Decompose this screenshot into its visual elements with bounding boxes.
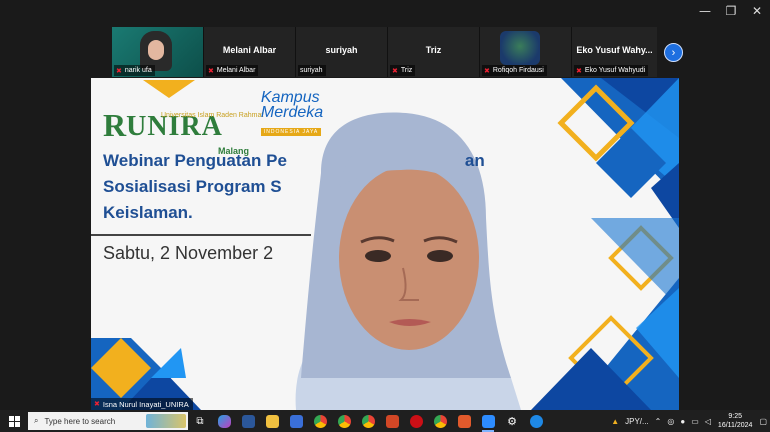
unira-logo: R UNIRA Universitas Islam Raden Rahmat M… xyxy=(103,107,264,156)
network-icon[interactable]: ◎ xyxy=(667,417,674,426)
windows-icon xyxy=(8,415,20,427)
slide-divider xyxy=(91,234,311,236)
participant-label: ✖ narik ufa xyxy=(114,65,155,76)
participant-name: Melani Albar xyxy=(222,45,277,55)
mic-muted-icon: ✖ xyxy=(392,67,398,75)
taskbar: ⌕ Type here to search ⧉ ⚙ ▲ JPY/... ⌃ ◎ … xyxy=(0,410,770,432)
participant-tile[interactable]: ✖ Rofiqoh Firdausi xyxy=(480,27,572,77)
kampus-merdeka-logo: Kampus Merdeka INDONESIA JAYA xyxy=(260,89,324,136)
app-icon[interactable] xyxy=(284,410,308,432)
pdf-icon[interactable] xyxy=(452,410,476,432)
microphone-icon[interactable]: ● xyxy=(680,417,685,426)
chevron-right-icon: › xyxy=(671,46,676,59)
chrome-icon[interactable] xyxy=(356,410,380,432)
mic-muted-icon: ✖ xyxy=(94,401,100,408)
participant-label: ✖ Rofiqoh Firdausi xyxy=(482,65,547,76)
participant-tile[interactable]: ✖ narik ufa xyxy=(112,27,204,77)
participant-tile[interactable]: Triz ✖ Triz xyxy=(388,27,480,77)
slide-logos: R UNIRA Universitas Islam Raden Rahmat M… xyxy=(103,89,324,157)
powerpoint-icon[interactable] xyxy=(380,410,404,432)
participant-name: suriyah xyxy=(325,45,358,55)
slide-title: Webinar Penguatan Pe an Sosialisasi Progr… xyxy=(103,151,485,222)
start-button[interactable] xyxy=(0,410,28,432)
speaker-label: ✖ Isna Nurul Inayati_UNIRA xyxy=(91,398,193,410)
minimize-button[interactable]: — xyxy=(692,0,718,22)
participant-label: ✖ Melani Albar xyxy=(206,65,259,76)
chrome-icon[interactable] xyxy=(308,410,332,432)
mic-muted-icon: ✖ xyxy=(208,67,214,75)
battery-icon[interactable]: ▭ xyxy=(691,417,699,426)
participant-tile[interactable]: suriyah suriyah xyxy=(296,27,388,77)
next-page-button[interactable]: › xyxy=(664,43,683,62)
participant-tile[interactable]: Melani Albar ✖ Melani Albar xyxy=(204,27,296,77)
participant-tile[interactable]: Eko Yusuf Wahy... ✖ Eko Yusuf Wahyudi xyxy=(572,27,657,77)
mic-muted-icon: ✖ xyxy=(484,67,490,75)
taskbar-search[interactable]: ⌕ Type here to search xyxy=(28,412,188,430)
weather-icon[interactable]: ▲ xyxy=(611,417,619,426)
task-view-icon[interactable]: ⧉ xyxy=(188,410,212,432)
close-button[interactable]: ✕ xyxy=(744,0,770,22)
clock[interactable]: 9:25 16/11/2024 xyxy=(718,412,753,430)
notification-icon[interactable]: ▢ xyxy=(759,417,767,426)
mic-muted-icon: ✖ xyxy=(576,67,582,75)
currency-widget[interactable]: JPY/... xyxy=(625,417,649,426)
system-tray: ▲ JPY/... ⌃ ◎ ● ▭ ◁ 9:25 16/11/2024 ▢ xyxy=(608,412,770,430)
participant-name: Eko Yusuf Wahy... xyxy=(576,45,653,55)
chrome-icon[interactable] xyxy=(428,410,452,432)
help-icon[interactable] xyxy=(524,410,548,432)
search-highlight-image xyxy=(146,414,186,428)
file-explorer-icon[interactable] xyxy=(260,410,284,432)
window-controls: — ❐ ✕ xyxy=(692,0,770,24)
zoom-icon[interactable] xyxy=(476,410,500,432)
word-icon[interactable] xyxy=(236,410,260,432)
search-icon: ⌕ xyxy=(34,416,39,425)
opera-icon[interactable] xyxy=(404,410,428,432)
participant-name: Triz xyxy=(425,45,442,55)
volume-icon[interactable]: ◁ xyxy=(705,417,711,426)
chevron-up-icon[interactable]: ⌃ xyxy=(655,417,662,426)
settings-icon[interactable]: ⚙ xyxy=(500,410,524,432)
slide-date: Sabtu, 2 November 2 xyxy=(103,243,274,263)
participant-strip: ✖ narik ufa Melani Albar ✖ Melani Albar su… xyxy=(112,27,657,77)
main-video: R UNIRA Universitas Islam Raden Rahmat M… xyxy=(91,78,679,410)
participant-label: suriyah xyxy=(298,65,326,76)
mic-muted-icon: ✖ xyxy=(116,67,122,75)
participant-avatar xyxy=(500,31,540,65)
maximize-button[interactable]: ❐ xyxy=(718,0,744,22)
participant-label: ✖ Triz xyxy=(390,65,416,76)
participant-label: ✖ Eko Yusuf Wahyudi xyxy=(574,65,649,76)
chrome-icon[interactable] xyxy=(332,410,356,432)
copilot-icon[interactable] xyxy=(212,410,236,432)
